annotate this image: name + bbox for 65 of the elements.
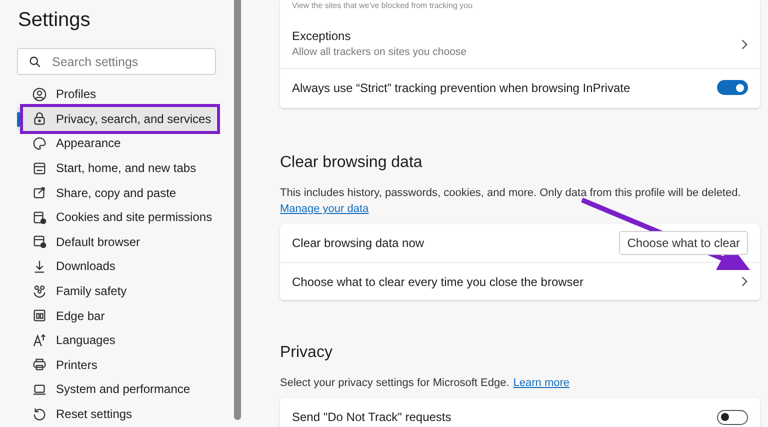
browser-icon: [32, 234, 47, 250]
scrollbar[interactable]: [234, 0, 241, 420]
sidebar-item[interactable]: Edge bar: [17, 303, 216, 328]
printer-icon: [32, 357, 47, 372]
laptop-icon: [32, 382, 47, 397]
profile-icon: [32, 86, 47, 102]
section-description: Select your privacy settings for Microsoft Edge.: [280, 376, 510, 391]
sidebar-item[interactable]: Profiles: [17, 82, 216, 107]
setting-label: Clear browsing data now: [292, 235, 424, 251]
item-label: Default browser: [56, 234, 140, 251]
sidebar-item[interactable]: Family safety: [17, 278, 216, 304]
item-label: Start, home, and new tabs: [56, 160, 196, 178]
item-label: Downloads: [56, 258, 116, 276]
item-label: System and performance: [56, 381, 190, 398]
sidebar-item[interactable]: Privacy, search, and services: [17, 106, 216, 132]
toggle-switch[interactable]: [717, 80, 748, 95]
setting-description: View the sites that we've blocked from tracking you: [291, 0, 474, 10]
item-label: Appearance: [56, 135, 121, 152]
item-label: Family safety: [56, 283, 127, 300]
item-label: Share, copy and paste: [56, 184, 176, 202]
toggle-switch[interactable]: [717, 410, 748, 424]
item-label: Edge bar: [56, 308, 105, 325]
family-icon: [32, 284, 47, 299]
chevron-right-icon: [741, 38, 748, 50]
item-label: Reset settings: [56, 406, 132, 424]
item-label: Cookies and site permissions: [56, 209, 212, 226]
setting-description: Allow all trackers on sites you choose: [292, 45, 466, 60]
section-description: This includes history, passwords, cookies, and more. Only data from this profile will be deleted.: [280, 186, 741, 201]
reset-icon: [32, 406, 47, 422]
sidebar-item[interactable]: Cookies and site permissions: [17, 204, 216, 230]
download-icon: [32, 258, 47, 274]
link[interactable]: Manage your data: [280, 201, 369, 217]
share-icon: [32, 185, 47, 200]
sidebar-item[interactable]: Start, home, and new tabs: [17, 156, 216, 180]
search-icon: [29, 56, 41, 68]
sidebar-item[interactable]: Downloads: [17, 254, 216, 279]
sidebar-item[interactable]: Default browser: [17, 230, 216, 254]
item-label: Profiles: [56, 86, 96, 104]
lock-icon: [32, 111, 47, 126]
settings-title: Settings: [17, 8, 92, 32]
chevron-right-icon: [741, 276, 748, 287]
cookie-icon: [32, 210, 47, 225]
palette-icon: [32, 136, 47, 151]
panel-icon: [32, 308, 47, 324]
selection-indicator: [17, 112, 20, 127]
search-field[interactable]: Search settings: [17, 48, 216, 75]
link[interactable]: Learn more: [513, 375, 570, 391]
setting-label: Choose what to clear every time you close the browser: [292, 274, 584, 290]
section-heading: Privacy: [280, 343, 334, 363]
setting-label: Always use “Strict” tracking prevention when browsing InPrivate: [292, 80, 630, 96]
sidebar-item[interactable]: Reset settings: [17, 402, 216, 426]
item-label: Printers: [56, 356, 98, 374]
sidebar-item[interactable]: System and performance: [17, 377, 216, 402]
sidebar-item[interactable]: Appearance: [17, 131, 216, 156]
window-icon: [32, 160, 47, 176]
choose-button[interactable]: Choose what to clear: [619, 231, 748, 255]
language-icon: [32, 332, 47, 348]
sidebar-item[interactable]: Languages: [17, 328, 216, 353]
sidebar-item[interactable]: Share, copy and paste: [17, 180, 216, 205]
item-label: Languages: [56, 332, 116, 350]
setting-label: Exceptions: [292, 28, 352, 44]
section-heading: Clear browsing data: [280, 153, 424, 173]
sidebar-item[interactable]: Printers: [17, 352, 216, 378]
item-label: Privacy, search, and services: [56, 110, 212, 128]
setting-label: Send "Do Not Track" requests: [292, 409, 452, 425]
